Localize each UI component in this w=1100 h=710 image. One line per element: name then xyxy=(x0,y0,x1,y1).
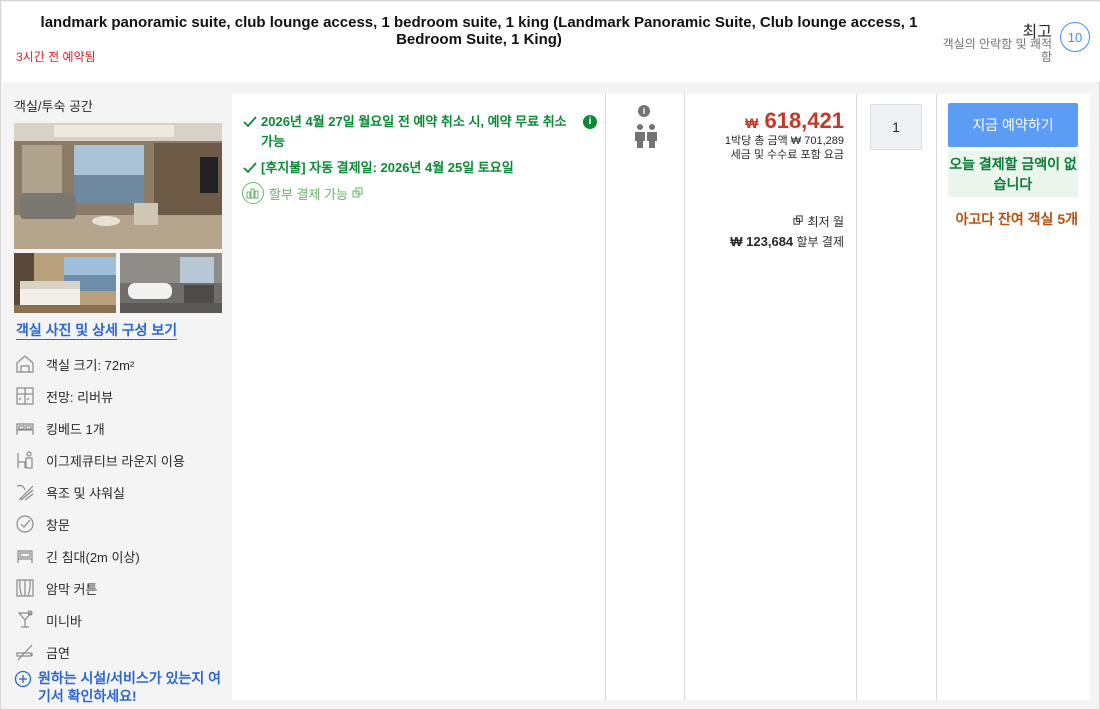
monthly-installment[interactable]: 최저 월 ₩ 123,684 할부 결제 xyxy=(687,212,844,252)
amenity-item: 긴 침대(2m 이상) xyxy=(14,540,226,572)
amenity-item: 킹베드 1개 xyxy=(14,412,226,444)
copy-icon xyxy=(793,215,803,225)
column-divider xyxy=(936,94,937,700)
column-divider xyxy=(605,94,606,700)
long-bed-icon xyxy=(14,545,36,567)
room-info-column: 객실/투숙 공간 객실 사진 및 상세 구성 보기 객실 크기: 72m² 전망… xyxy=(2,83,231,710)
amenity-label: 긴 침대(2m 이상) xyxy=(46,549,140,565)
room-offer-card: landmark panoramic suite, club lounge ac… xyxy=(0,0,1100,710)
amenity-label: 암막 커튼 xyxy=(46,581,98,597)
room-photo-bedroom[interactable] xyxy=(14,253,116,313)
amenity-label: 금연 xyxy=(46,645,70,661)
amenity-check-link[interactable]: 원하는 시설/서비스가 있는지 여기서 확인하세요! xyxy=(14,669,226,705)
amenity-item: 이그제큐티브 라운지 이용 xyxy=(14,444,226,476)
room-photos-link[interactable]: 객실 사진 및 상세 구성 보기 xyxy=(16,320,177,340)
monthly-amount: ₩ 123,684 xyxy=(730,234,794,249)
plus-circle-icon xyxy=(14,670,32,688)
monthly-label: 최저 월 xyxy=(807,215,844,229)
amenity-label: 킹베드 1개 xyxy=(46,421,105,437)
benefit-text: 2026년 4월 27일 월요일 전 예약 취소 시, 예약 무료 취소 가능 xyxy=(261,114,567,149)
amenity-item: 암막 커튼 xyxy=(14,572,226,604)
minibar-icon xyxy=(14,609,36,631)
check-icon xyxy=(243,116,257,128)
offer-panel: 2026년 4월 27일 월요일 전 예약 취소 시, 예약 무료 취소 가능 … xyxy=(232,94,1090,700)
curtain-icon xyxy=(14,577,36,599)
amenity-item: 금연 xyxy=(14,636,226,668)
amenity-label: 창문 xyxy=(46,517,70,533)
room-quantity-select[interactable]: 1 xyxy=(870,104,922,150)
installment-icon xyxy=(242,182,264,204)
column-divider xyxy=(684,94,685,700)
check-icon xyxy=(243,162,257,174)
price-block: ₩ 618,421 1박당 총 금액 ₩ 701,289 세금 및 수수료 포함… xyxy=(687,108,844,162)
benefit-text: [후지불] 자동 결제일: 2026년 4월 25일 토요일 xyxy=(261,160,514,175)
view-icon xyxy=(14,385,36,407)
column-divider xyxy=(856,94,857,700)
price-total: 1박당 총 금액 ₩ 701,289 xyxy=(724,135,844,147)
amenity-label: 전망: 리버뷰 xyxy=(46,389,114,405)
amenity-label: 미니바 xyxy=(46,613,82,629)
room-section-title: 객실/투숙 공간 xyxy=(14,99,93,114)
price-amount: 618,421 xyxy=(764,108,844,133)
installment-option[interactable]: 할부 결제 가능 xyxy=(242,182,597,204)
amenity-check-label: 원하는 시설/서비스가 있는지 여기서 확인하세요! xyxy=(38,670,221,704)
occupancy-people-icon xyxy=(635,124,657,148)
amenity-label: 이그제큐티브 라운지 이용 xyxy=(46,453,185,469)
rooms-left-text: 아고다 잔여 객실 5개 xyxy=(955,211,1079,227)
pay-later-benefit: [후지불] 자동 결제일: 2026년 4월 25일 토요일 xyxy=(242,158,597,178)
amenity-item: 객실 크기: 72m² xyxy=(14,348,226,380)
copy-icon xyxy=(352,187,363,198)
occupancy-info-icon[interactable]: i xyxy=(638,105,650,117)
room-size-icon xyxy=(14,353,36,375)
amenity-item: 전망: 리버뷰 xyxy=(14,380,226,412)
amenity-label: 욕조 및 샤워실 xyxy=(46,485,125,501)
installment-label: 할부 결제 가능 xyxy=(269,186,348,202)
shower-icon xyxy=(14,481,36,503)
price-currency: ₩ xyxy=(745,115,759,131)
room-photo-main[interactable] xyxy=(14,123,222,249)
monthly-suffix: 할부 결제 xyxy=(796,235,845,249)
pay-today-notice: 오늘 결제할 금액이 없습니다 xyxy=(948,151,1078,197)
room-header: landmark panoramic suite, club lounge ac… xyxy=(2,2,1100,82)
check-circle-icon xyxy=(14,513,36,535)
score-category: 객실의 안락함 및 쾌적함 xyxy=(942,37,1052,64)
amenity-list: 객실 크기: 72m² 전망: 리버뷰 킹베드 1개 이그제큐티브 라운지 이용… xyxy=(14,348,226,668)
amenity-item: 미니바 xyxy=(14,604,226,636)
room-title[interactable]: landmark panoramic suite, club lounge ac… xyxy=(16,14,942,48)
lounge-icon xyxy=(14,449,36,471)
bed-icon xyxy=(14,417,36,439)
book-now-button[interactable]: 지금 예약하기 xyxy=(948,103,1078,147)
room-photo-bathroom[interactable] xyxy=(120,253,222,313)
nightly-price: ₩ 618,421 xyxy=(687,108,844,134)
score-badge: 10 xyxy=(1060,22,1090,52)
benefits-list: 2026년 4월 27일 월요일 전 예약 취소 시, 예약 무료 취소 가능 … xyxy=(242,112,597,204)
amenity-item: 욕조 및 샤워실 xyxy=(14,476,226,508)
amenity-label: 객실 크기: 72m² xyxy=(46,357,135,373)
amenity-item: 창문 xyxy=(14,508,226,540)
booked-ago-text: 3시간 전 예약됨 xyxy=(16,50,96,64)
price-note: 세금 및 수수료 포함 요금 xyxy=(730,149,844,161)
free-cancellation-benefit: 2026년 4월 27일 월요일 전 예약 취소 시, 예약 무료 취소 가능 … xyxy=(242,112,597,152)
no-smoking-icon xyxy=(14,641,36,663)
info-icon[interactable]: i xyxy=(583,115,597,129)
